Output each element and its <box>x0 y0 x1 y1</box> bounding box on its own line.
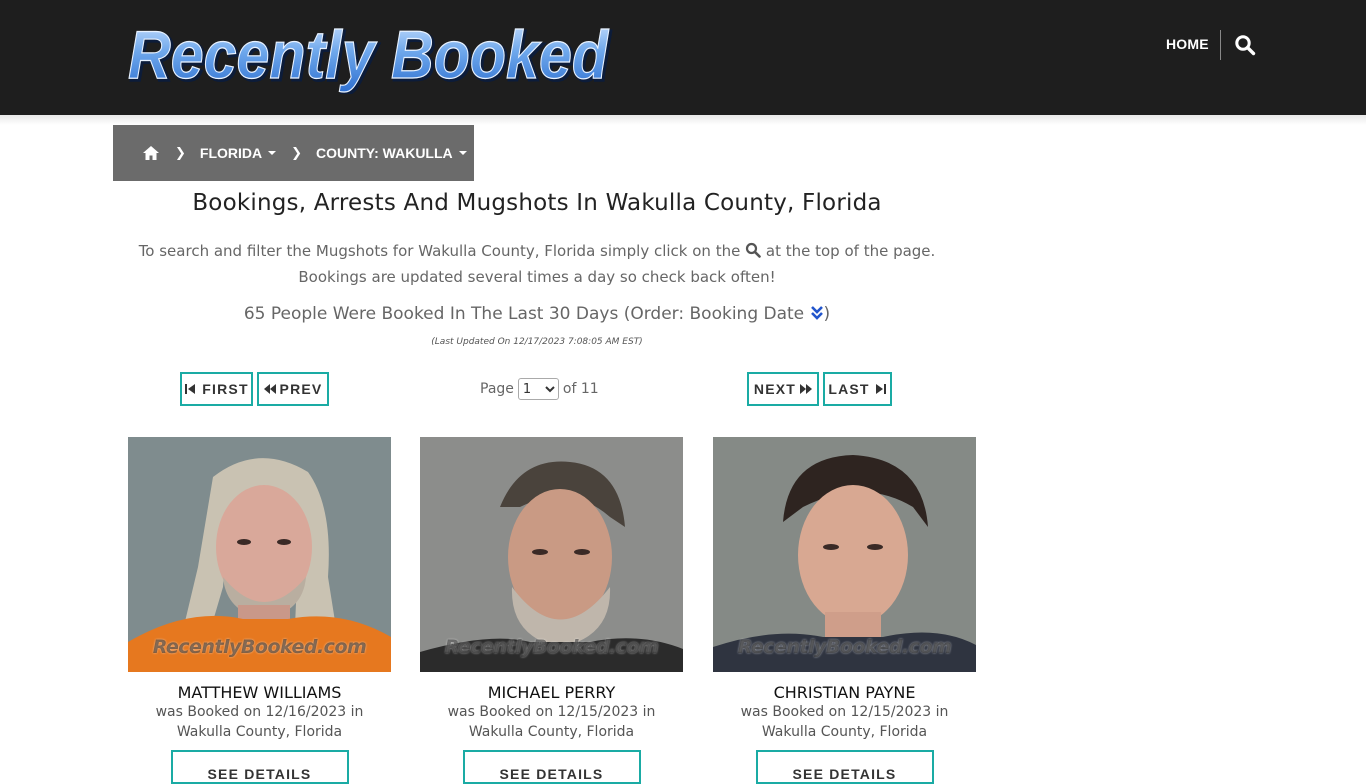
page-selector: Page 1 of 11 <box>480 378 599 400</box>
breadcrumb-county-dropdown[interactable]: COUNTY: WAKULLA <box>316 145 467 161</box>
watermark-text: RecentlyBooked.com <box>444 636 659 658</box>
breadcrumb: ❯ FLORIDA ❯ COUNTY: WAKULLA <box>113 125 474 181</box>
intro-text: To search and filter the Mugshots for Wa… <box>113 238 961 290</box>
svg-text:Recently Booked: Recently Booked <box>128 18 609 93</box>
prev-page-button[interactable]: PREV <box>257 372 329 406</box>
page-label: Page <box>480 381 514 397</box>
breadcrumb-state-label: FLORIDA <box>199 145 263 161</box>
nav-home-link[interactable]: HOME <box>1166 36 1209 52</box>
intro-line1-before: To search and filter the Mugshots for Wa… <box>138 242 741 260</box>
first-page-button[interactable]: FIRST <box>180 372 253 406</box>
search-icon <box>745 240 761 258</box>
booking-location-text: Wakulla County, Florida <box>761 724 928 740</box>
header-shadow <box>0 115 1366 125</box>
caret-down-icon <box>268 151 277 155</box>
last-page-button[interactable]: LAST <box>823 372 892 406</box>
home-icon[interactable] <box>142 145 160 161</box>
booking-count-close: ) <box>823 304 831 324</box>
booking-card: RecentlyBooked.com MATTHEW WILLIAMS was … <box>128 437 391 784</box>
caret-down-icon <box>458 151 467 155</box>
skip-forward-icon <box>875 384 886 394</box>
watermark-text: RecentlyBooked.com <box>152 636 367 658</box>
see-details-button[interactable]: SEE DETAILS <box>755 750 934 784</box>
booking-card: RecentlyBooked.com CHRISTIAN PAYNE was B… <box>713 437 976 784</box>
fast-forward-icon <box>800 384 813 394</box>
mugshot-image[interactable]: RecentlyBooked.com <box>420 437 683 672</box>
see-details-button[interactable]: SEE DETAILS <box>170 750 349 784</box>
search-icon[interactable] <box>1234 34 1256 56</box>
booking-count-text: 65 People Were Booked In The Last 30 Day… <box>243 304 805 324</box>
breadcrumb-state-dropdown[interactable]: FLORIDA <box>199 145 277 161</box>
site-header: Recently Booked Recently Booked HOME <box>0 0 1366 115</box>
person-name[interactable]: MATTHEW WILLIAMS <box>128 683 391 702</box>
mugshot-image[interactable]: RecentlyBooked.com <box>128 437 391 672</box>
chevron-right-icon: ❯ <box>291 145 303 161</box>
mugshot-image[interactable]: RecentlyBooked.com <box>713 437 976 672</box>
page-title: Bookings, Arrests And Mugshots In Wakull… <box>192 190 882 216</box>
booking-location-text: Wakulla County, Florida <box>176 724 343 740</box>
booking-date-text: was Booked on 12/15/2023 in <box>447 704 656 720</box>
last-updated: (Last Updated On 12/17/2023 7:08:05 AM E… <box>431 337 643 347</box>
booking-date-text: was Booked on 12/16/2023 in <box>155 704 364 720</box>
skip-back-icon <box>185 384 196 394</box>
nav-divider <box>1220 30 1221 60</box>
breadcrumb-county-label: COUNTY: WAKULLA <box>316 145 453 161</box>
site-logo[interactable]: Recently Booked Recently Booked <box>126 18 616 94</box>
rewind-icon <box>263 384 276 394</box>
person-name[interactable]: CHRISTIAN PAYNE <box>713 683 976 702</box>
see-details-button[interactable]: SEE DETAILS <box>462 750 641 784</box>
last-label: LAST <box>828 381 870 397</box>
next-page-button[interactable]: NEXT <box>747 372 819 406</box>
intro-line2: Bookings are updated several times a day… <box>298 268 776 286</box>
booking-location-text: Wakulla County, Florida <box>468 724 635 740</box>
chevron-right-icon: ❯ <box>175 145 186 161</box>
next-label: NEXT <box>753 381 797 397</box>
page-select[interactable]: 1 <box>517 378 559 400</box>
booking-count: 65 People Were Booked In The Last 30 Day… <box>113 304 961 324</box>
booking-date-text: was Booked on 12/15/2023 in <box>740 704 949 720</box>
prev-label: PREV <box>279 381 323 397</box>
intro-line1-after: at the top of the page. <box>765 242 936 260</box>
booking-card: RecentlyBooked.com MICHAEL PERRY was Boo… <box>420 437 683 784</box>
watermark-text: RecentlyBooked.com <box>737 636 952 658</box>
first-label: FIRST <box>202 381 249 397</box>
page-of-label: of 11 <box>562 381 599 397</box>
person-name[interactable]: MICHAEL PERRY <box>420 683 683 702</box>
double-chevron-down-icon[interactable] <box>810 305 824 321</box>
